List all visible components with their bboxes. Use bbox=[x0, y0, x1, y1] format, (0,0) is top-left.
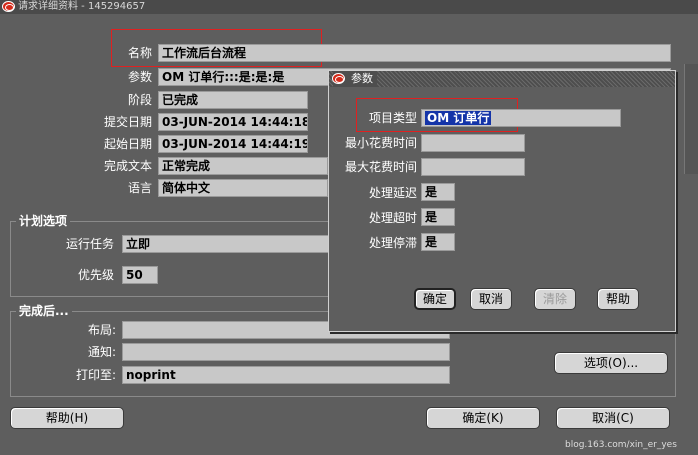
start-date-label: 起始日期 bbox=[103, 137, 152, 151]
deferred-field[interactable]: 是 bbox=[421, 183, 455, 201]
min-cost-label: 最小花费时间 bbox=[344, 136, 417, 150]
timeout-field[interactable]: 是 bbox=[421, 208, 455, 226]
dialog-titlebar[interactable]: 参数 bbox=[329, 71, 675, 87]
dialog-oracle-logo-icon bbox=[332, 73, 345, 84]
name-field[interactable]: 工作流后台流程 bbox=[158, 44, 671, 62]
upon-completion-title: 完成后... bbox=[16, 304, 72, 318]
name-label: 名称 bbox=[127, 46, 152, 60]
timeout-label: 处理超时 bbox=[368, 211, 417, 225]
priority-label: 优先级 bbox=[77, 268, 114, 282]
scrollbar[interactable] bbox=[684, 64, 698, 174]
start-date-field[interactable]: 03-JUN-2014 14:44:19 bbox=[158, 135, 308, 153]
stuck-label: 处理停滞 bbox=[368, 236, 417, 250]
oracle-logo-icon bbox=[2, 1, 15, 12]
notify-label: 通知: bbox=[87, 345, 116, 359]
language-field[interactable]: 简体中文 bbox=[158, 179, 328, 197]
help-button[interactable]: 帮助(H) bbox=[10, 407, 124, 429]
cancel-button[interactable]: 取消(C) bbox=[556, 407, 670, 429]
item-type-field[interactable]: OM 订单行 bbox=[421, 109, 621, 127]
submit-date-label: 提交日期 bbox=[103, 115, 152, 129]
run-job-label: 运行任务 bbox=[65, 237, 114, 251]
submit-date-field[interactable]: 03-JUN-2014 14:44:18 bbox=[158, 113, 308, 131]
stuck-field[interactable]: 是 bbox=[421, 233, 455, 251]
phase-field[interactable]: 已完成 bbox=[158, 91, 308, 109]
params-label: 参数 bbox=[127, 70, 152, 84]
item-type-label: 项目类型 bbox=[368, 111, 417, 125]
ok-button[interactable]: 确定(K) bbox=[426, 407, 540, 429]
dialog-help-button[interactable]: 帮助 bbox=[597, 288, 639, 310]
completion-text-label: 完成文本 bbox=[103, 159, 152, 173]
window-titlebar: 请求详细资料 - 145294657 bbox=[0, 0, 698, 14]
deferred-label: 处理延迟 bbox=[368, 186, 417, 200]
min-cost-field[interactable] bbox=[421, 134, 525, 152]
dialog-cancel-button[interactable]: 取消 bbox=[470, 288, 512, 310]
dialog-ok-button[interactable]: 确定 bbox=[414, 288, 456, 310]
phase-label: 阶段 bbox=[127, 93, 152, 107]
window-title: 请求详细资料 - 145294657 bbox=[18, 1, 146, 12]
schedule-options-title: 计划选项 bbox=[16, 214, 71, 228]
layout-label: 布局: bbox=[87, 323, 116, 337]
language-label: 语言 bbox=[127, 181, 152, 195]
priority-field[interactable]: 50 bbox=[122, 266, 158, 284]
item-type-selected-text: OM 订单行 bbox=[425, 111, 492, 125]
run-job-field[interactable]: 立即 bbox=[122, 235, 332, 253]
notify-field[interactable] bbox=[122, 343, 450, 361]
max-cost-label: 最大花费时间 bbox=[344, 160, 417, 174]
max-cost-field[interactable] bbox=[421, 158, 525, 176]
watermark: blog.163.com/xin_er_yes bbox=[565, 440, 677, 450]
parameters-dialog: 参数 项目类型 OM 订单行 最小花费时间 最大花费时间 处理延迟 是 处理超时… bbox=[328, 70, 676, 332]
options-button[interactable]: 选项(O)... bbox=[554, 352, 668, 374]
dialog-clear-button[interactable]: 清除 bbox=[534, 288, 576, 310]
print-to-field[interactable]: noprint bbox=[122, 366, 450, 384]
print-to-label: 打印至: bbox=[75, 368, 116, 382]
completion-text-field[interactable]: 正常完成 bbox=[158, 157, 328, 175]
